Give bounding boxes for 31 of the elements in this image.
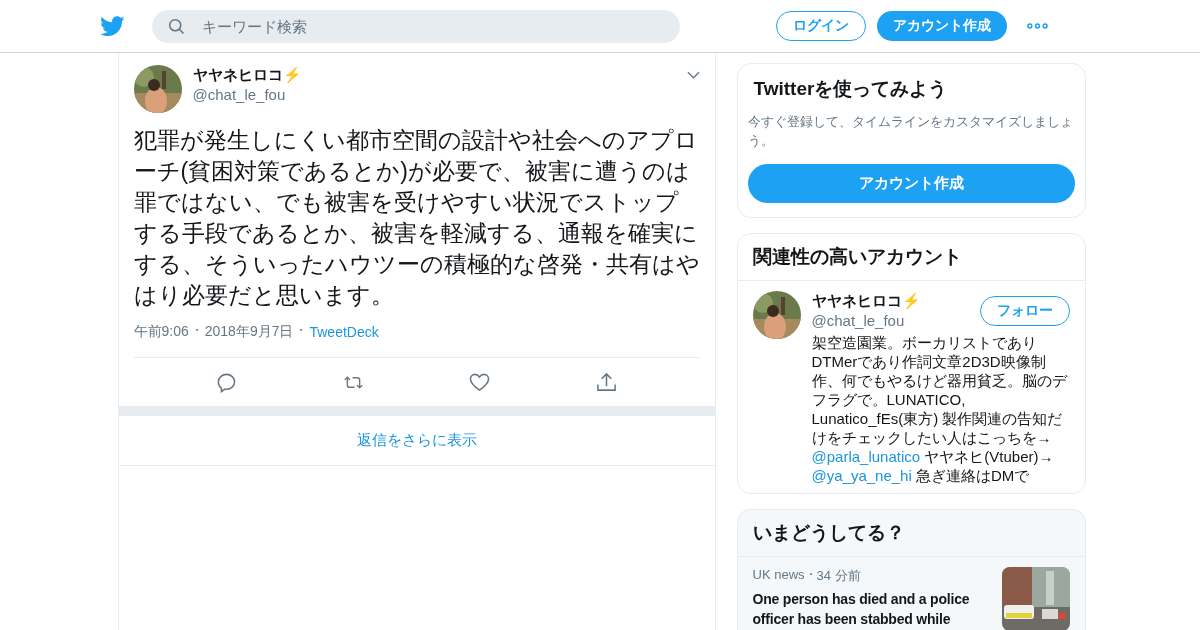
tweet-time: 午前9:06 [133, 323, 189, 341]
reply-icon[interactable] [216, 371, 238, 393]
bird-logo-icon[interactable] [100, 15, 125, 37]
user-name[interactable]: ヤヤネヒロコ⚡ [811, 291, 921, 311]
source-link[interactable]: TweetDeck [309, 324, 379, 340]
news-time: 34 分前 [816, 567, 861, 585]
user-handle[interactable]: @chat_le_fou [811, 311, 905, 331]
share-icon[interactable] [595, 371, 617, 393]
user-name[interactable]: ヤヤネヒロコ⚡ [192, 65, 302, 85]
heart-icon[interactable] [469, 371, 491, 393]
tweet-text: 犯罪が発生しにくい都市空間の設計や社会へのアプローチ(貧困対策であるとか)が必要で、被害に遭うのは罪ではない、でも被害を受けやすい状況でストップする手段であるとか、被害を軽減する、通報を確実にする、そういったハウツーの積極的な啓発・共有はやはり必要だと思います。 [133, 126, 700, 310]
signup-button[interactable]: アカウント作成 [747, 164, 1075, 203]
signup-button[interactable]: アカウント作成 [877, 11, 1007, 41]
chevron-down-icon[interactable] [686, 71, 700, 79]
tweet-date: 2018年9月7日 [204, 323, 294, 341]
card-title: Twitterを使ってみよう [753, 77, 949, 101]
profile-bio: 架空造園業。ボーカリストでありDTMerであり作詞文章2D3D映像制作、何でもやるけど器用貧乏。脳のデフラグで。LUNATICO, Lunatico_fEs(東方) 製作関連の告知だけをチェックしたい人はこっちを→ @parla_lunatico ヤヤネヒ(Vtuber)→ @ya_ya_ne_hi 急ぎ連絡はDMで [811, 333, 1069, 485]
news-headline[interactable]: One person has died and a police officer has been stabbed while [752, 589, 992, 629]
more-replies-link[interactable]: 返信をさらに表示 [356, 431, 477, 450]
search-field[interactable]: キーワード検索 [152, 9, 680, 43]
follow-button[interactable]: フォロー [979, 296, 1070, 326]
more-icon[interactable] [1027, 23, 1048, 29]
card-title: いまどうしてる？ [737, 510, 1085, 557]
mention-link[interactable]: @parla_lunatico [811, 448, 921, 465]
user-handle[interactable]: @chat_le_fou [192, 85, 286, 105]
search-icon [168, 17, 185, 35]
news-category: UK news [752, 567, 805, 584]
card-title: 関連性の高いアカウント [737, 234, 1085, 281]
card-text: 今すぐ登録して、タイムラインをカスタマイズしましょう。 [747, 113, 1074, 150]
login-button[interactable]: ログイン [776, 11, 866, 41]
mention-link[interactable]: @ya_ya_ne_hi [811, 467, 912, 484]
